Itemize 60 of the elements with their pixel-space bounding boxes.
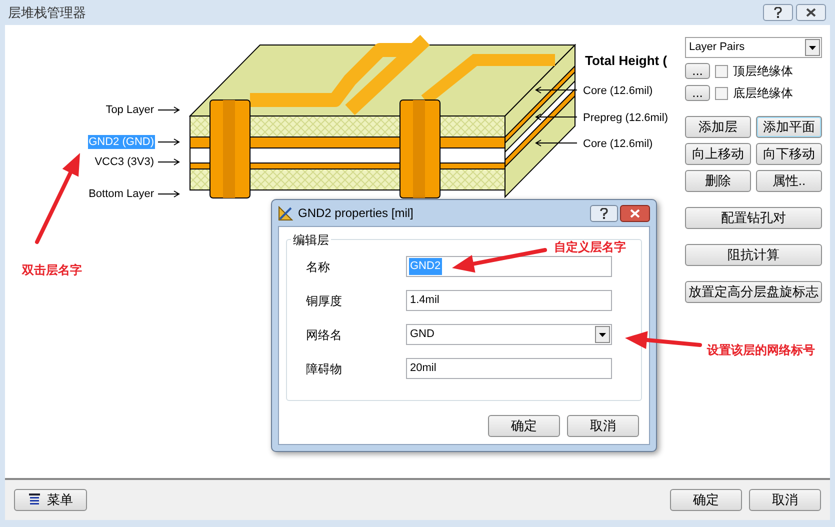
dialog-title: GND2 properties [mil]	[298, 205, 414, 222]
caret-icon	[599, 332, 606, 336]
dielectric-label: Core (12.6mil)	[583, 84, 653, 99]
ok-button[interactable]: 确定	[488, 415, 560, 437]
ok-button[interactable]: 确定	[670, 489, 742, 511]
stack-action-button[interactable]: 添加层	[685, 116, 751, 138]
help-icon	[774, 7, 782, 18]
arrow-icon	[535, 113, 577, 121]
annotation-text: 自定义层名字	[554, 239, 626, 256]
net-name-dropdown[interactable]: GND	[406, 324, 612, 345]
close-button[interactable]	[620, 204, 650, 222]
menu-button[interactable]: 菜单	[14, 489, 87, 511]
window-title: 层堆栈管理器	[8, 4, 86, 22]
arrow-icon	[535, 86, 577, 94]
field-label: 障碍物	[306, 360, 343, 378]
group-title: 编辑层	[291, 231, 331, 249]
caret-icon	[809, 46, 816, 50]
ruler-icon	[278, 206, 293, 220]
ellipsis-button[interactable]: ...	[685, 85, 710, 101]
stack-action-button[interactable]: 向上移动	[685, 143, 751, 165]
help-button[interactable]	[763, 4, 793, 21]
layer-label[interactable]: Bottom Layer	[88, 187, 155, 201]
close-icon	[806, 8, 816, 17]
checkbox-label: 底层绝缘体	[733, 85, 793, 102]
field-label: 名称	[306, 258, 331, 276]
ellipsis-button[interactable]: ...	[685, 63, 710, 79]
arrow-icon	[158, 106, 180, 114]
layer-pairs-dropdown[interactable]: Layer Pairs	[685, 37, 822, 58]
cancel-button[interactable]: 取消	[749, 489, 821, 511]
help-button[interactable]	[590, 204, 618, 222]
stack-action-button[interactable]: 属性..	[756, 170, 822, 192]
tool-button[interactable]: 阻抗计算	[685, 244, 822, 266]
stack-action-button[interactable]: 添加平面	[756, 116, 822, 138]
checkbox[interactable]	[715, 64, 728, 78]
dielectric-label: Prepreg (12.6mil)	[583, 111, 668, 126]
annotation-text: 设置该层的网络标号	[707, 342, 815, 359]
dielectric-label: Core (12.6mil)	[583, 137, 653, 152]
layer-label[interactable]: Top Layer	[104, 103, 155, 117]
arrow-icon	[158, 138, 180, 146]
input-field[interactable]: 20mil	[406, 358, 612, 379]
stack-action-button[interactable]: 删除	[685, 170, 751, 192]
checkbox[interactable]	[715, 86, 728, 100]
input-field[interactable]: 1.4mil	[406, 290, 612, 311]
field-label: 网络名	[306, 326, 343, 344]
close-icon	[630, 208, 640, 218]
tool-button[interactable]: 配置钻孔对	[685, 207, 822, 229]
menu-list-icon	[28, 493, 41, 507]
checkbox-label: 顶层绝缘体	[733, 63, 793, 80]
cancel-button[interactable]: 取消	[567, 415, 639, 437]
close-button[interactable]	[796, 4, 826, 21]
arrow-icon	[158, 190, 180, 198]
arrow-icon	[535, 139, 577, 147]
field-label: 铜厚度	[306, 292, 343, 310]
total-height-label: Total Height (	[585, 52, 668, 70]
layer-label[interactable]: VCC3 (3V3)	[94, 155, 155, 169]
arrow-icon	[158, 158, 180, 166]
stack-action-button[interactable]: 向下移动	[756, 143, 822, 165]
tool-button[interactable]: 放置定高分层盘旋标志	[685, 281, 822, 303]
annotation-text: 双击层名字	[22, 262, 82, 279]
help-icon	[600, 208, 608, 218]
